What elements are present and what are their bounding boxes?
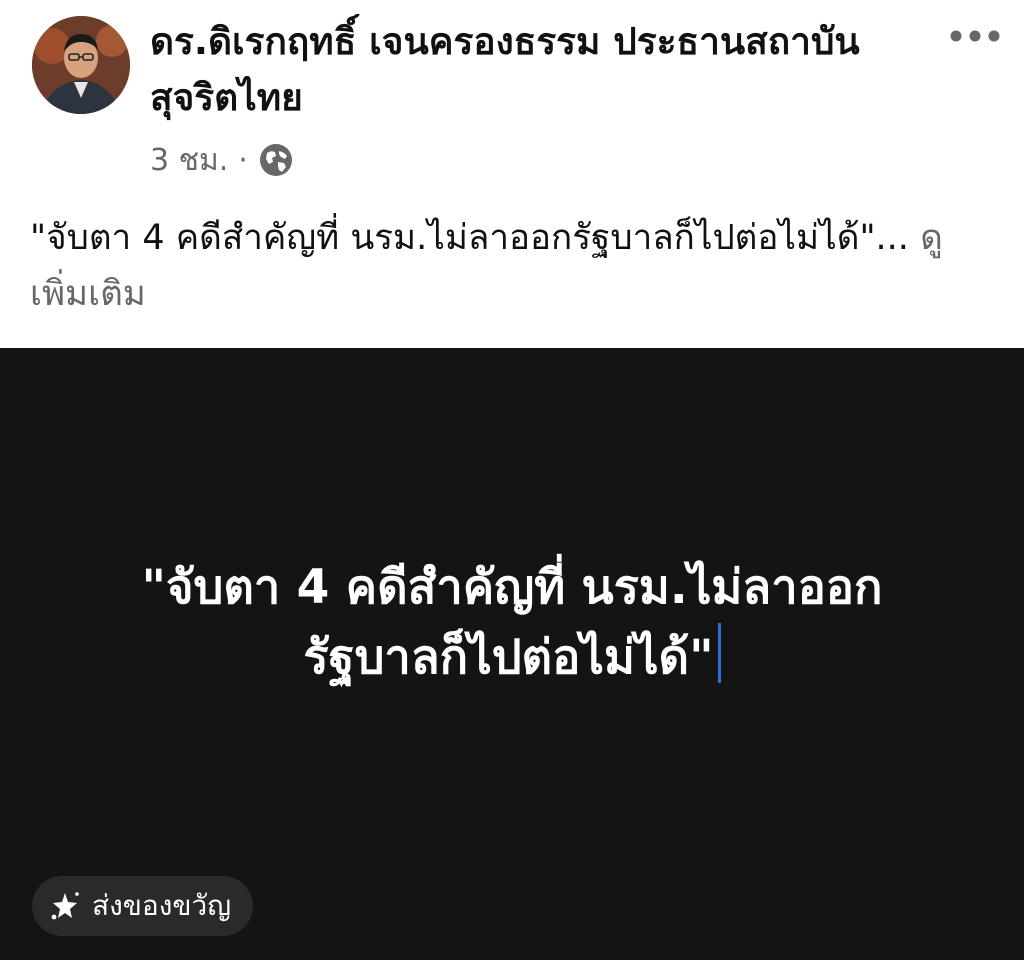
send-gift-button[interactable]: ส่งของขวัญ (32, 876, 254, 936)
post-header: ดร.ดิเรกฤทธิ์ เจนครองธรรม ประธานสถาบันสุ… (0, 0, 1024, 200)
post-meta: 3 ชม. · (150, 138, 294, 182)
media-text-line-2: รัฐบาลก็ไปต่อไม่ได้" (303, 630, 714, 685)
author-avatar[interactable] (32, 16, 130, 114)
media-text-line-1: "จับตา 4 คดีสำคัญที่ นรม.ไม่ลาออก (141, 560, 883, 615)
media-text: "จับตา 4 คดีสำคัญที่ นรม.ไม่ลาออก รัฐบาล… (0, 553, 1024, 693)
gift-sparkle-icon (51, 892, 79, 920)
globe-icon[interactable] (258, 142, 294, 178)
post-media[interactable]: "จับตา 4 คดีสำคัญที่ นรม.ไม่ลาออก รัฐบาล… (0, 348, 1024, 960)
author-name[interactable]: ดร.ดิเรกฤทธิ์ เจนครองธรรม ประธานสถาบันสุ… (150, 14, 910, 126)
post-caption: "จับตา 4 คดีสำคัญที่ นรม.ไม่ลาออกรัฐบาลก… (30, 210, 990, 322)
media-text-line-2-wrap: รัฐบาลก็ไปต่อไม่ได้" (0, 623, 1024, 693)
text-caret (717, 623, 721, 683)
avatar-image (32, 16, 130, 114)
post-timestamp[interactable]: 3 ชม. (150, 137, 228, 184)
meta-separator: · (238, 142, 248, 178)
more-horizontal-icon (950, 30, 1000, 42)
caption-text: "จับตา 4 คดีสำคัญที่ นรม.ไม่ลาออกรัฐบาลก… (30, 218, 909, 258)
more-options-button[interactable] (945, 18, 1005, 54)
send-gift-label: ส่งของขวัญ (92, 889, 232, 922)
